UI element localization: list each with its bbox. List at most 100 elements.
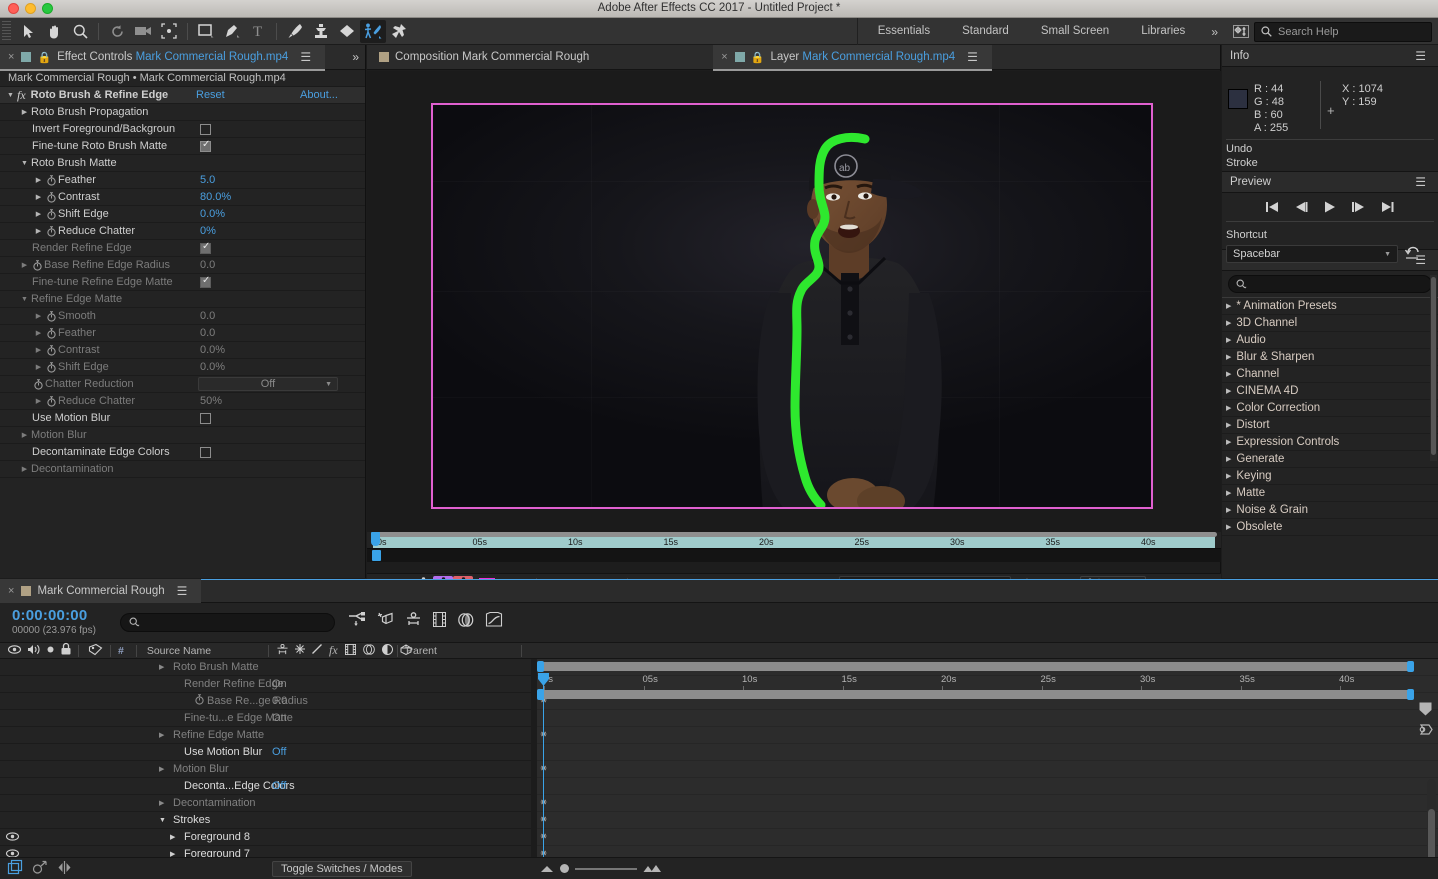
- property-value[interactable]: 0%: [200, 225, 216, 237]
- effect-collapse-triangle[interactable]: ▼: [4, 92, 17, 99]
- triangle-right-icon[interactable]: ▶: [32, 176, 45, 184]
- stopwatch-icon[interactable]: [31, 259, 44, 271]
- visibility-eye-icon[interactable]: [5, 832, 20, 844]
- timeline-graph-row[interactable]: [537, 710, 1438, 727]
- effects-preset-category[interactable]: ▶ Expression Controls: [1222, 434, 1438, 451]
- close-layer-tab-icon[interactable]: ×: [721, 51, 727, 63]
- parent-header[interactable]: Parent: [406, 645, 437, 657]
- close-tab-icon[interactable]: ×: [8, 51, 14, 63]
- audio-icon[interactable]: [27, 644, 40, 658]
- effect-property-row[interactable]: Fine-tune Refine Edge Matte: [0, 274, 365, 291]
- workspace-more-button[interactable]: »: [1201, 25, 1228, 39]
- effect-reset-button[interactable]: Reset: [196, 89, 225, 101]
- property-value[interactable]: 0.0: [272, 695, 287, 707]
- workspace-settings-icon[interactable]: [1228, 20, 1254, 43]
- effects-switch-icon[interactable]: fx: [329, 643, 338, 658]
- triangle-right-icon[interactable]: ▶: [32, 312, 45, 320]
- effects-presets-scrollbar[interactable]: [1430, 275, 1437, 461]
- triangle-right-icon[interactable]: ▶: [1226, 438, 1231, 446]
- frame-blending-switch-icon[interactable]: [344, 643, 356, 658]
- stopwatch-icon[interactable]: [45, 191, 58, 203]
- triangle-right-icon[interactable]: ▶: [32, 363, 45, 371]
- stopwatch-icon[interactable]: [45, 225, 58, 237]
- timeline-current-time[interactable]: 0:00:00:00 00000 (23.976 fps): [12, 607, 96, 636]
- effect-property-row[interactable]: ▶ Decontamination: [0, 461, 365, 478]
- timeline-timecode[interactable]: 0:00:00:00: [12, 607, 96, 624]
- stopwatch-icon[interactable]: [45, 361, 58, 373]
- close-timeline-tab-icon[interactable]: ×: [8, 585, 14, 597]
- property-value[interactable]: 0.0%: [200, 344, 225, 356]
- enable-motion-blur-icon[interactable]: [458, 612, 474, 630]
- hide-shy-layers-icon[interactable]: [406, 612, 421, 630]
- effect-property-row[interactable]: ▼ Roto Brush Matte: [0, 155, 365, 172]
- triangle-right-icon[interactable]: ▶: [159, 731, 164, 739]
- triangle-right-icon[interactable]: ▶: [1226, 506, 1231, 514]
- property-value[interactable]: 50%: [200, 395, 222, 407]
- stopwatch-icon[interactable]: [45, 327, 58, 339]
- shape-tool[interactable]: [193, 20, 219, 43]
- label-color-icon[interactable]: [88, 643, 103, 658]
- quality-switch-icon[interactable]: [312, 644, 322, 657]
- pen-tool[interactable]: [219, 20, 245, 43]
- effects-preset-category[interactable]: ▶ Distort: [1222, 417, 1438, 434]
- effects-preset-category[interactable]: ▶ CINEMA 4D: [1222, 383, 1438, 400]
- property-value[interactable]: 0.0: [200, 259, 215, 271]
- timeline-graph-row[interactable]: ⁕: [537, 812, 1438, 829]
- search-help-input[interactable]: Search Help: [1254, 21, 1432, 42]
- property-value[interactable]: Off: [272, 746, 286, 758]
- triangle-right-icon[interactable]: ▶: [170, 833, 175, 841]
- triangle-right-icon[interactable]: ▶: [1226, 302, 1231, 310]
- timeline-graph-row[interactable]: [537, 778, 1438, 795]
- property-value[interactable]: 0.0: [200, 327, 215, 339]
- tab-timeline-comp[interactable]: × Mark Commercial Rough ☰: [0, 578, 202, 605]
- enable-frame-blending-icon[interactable]: [433, 612, 446, 630]
- work-area-end-handle[interactable]: [1407, 661, 1414, 672]
- effects-preset-category[interactable]: ▶ Obsolete: [1222, 519, 1438, 536]
- triangle-right-icon[interactable]: ▶: [1226, 336, 1231, 344]
- workspace-libraries[interactable]: Libraries: [1125, 18, 1201, 45]
- effects-preset-category[interactable]: ▶ 3D Channel: [1222, 315, 1438, 332]
- timeline-zoom-slider[interactable]: [540, 864, 661, 873]
- triangle-right-icon[interactable]: ▶: [1226, 387, 1231, 395]
- graph-editor-icon[interactable]: [485, 611, 503, 630]
- effect-property-row[interactable]: ▶ Reduce Chatter 0%: [0, 223, 365, 240]
- next-frame-button[interactable]: [1352, 201, 1365, 216]
- triangle-right-icon[interactable]: ▶: [1226, 353, 1231, 361]
- pan-behind-tool[interactable]: [156, 20, 182, 43]
- triangle-right-icon[interactable]: ▶: [1226, 472, 1231, 480]
- effect-property-row[interactable]: ▶ Base Refine Edge Radius 0.0: [0, 257, 365, 274]
- effect-property-row[interactable]: ▶ Contrast 80.0%: [0, 189, 365, 206]
- triangle-right-icon[interactable]: ▶: [1226, 404, 1231, 412]
- triangle-right-icon[interactable]: ▶: [32, 397, 45, 405]
- effect-property-row[interactable]: ▶ Contrast 0.0%: [0, 342, 365, 359]
- snapshot-toggle-button[interactable]: [1414, 719, 1436, 739]
- triangle-down-icon[interactable]: ▼: [159, 817, 166, 824]
- video-visibility-icon[interactable]: [7, 644, 22, 657]
- triangle-right-icon[interactable]: ▶: [18, 261, 31, 269]
- viewer-time-ruler[interactable]: 0s 05s 10s 15s 20s 25s 30s 35s 40s: [367, 532, 1221, 551]
- tab-layer[interactable]: × 🔒 Layer Mark Commercial Rough.mp4 ☰: [713, 44, 992, 71]
- viewer-time-indicator[interactable]: [371, 532, 380, 546]
- layer-switches-icon[interactable]: [7, 859, 23, 877]
- triangle-right-icon[interactable]: ▶: [32, 346, 45, 354]
- effect-property-row[interactable]: ▶ Feather 5.0: [0, 172, 365, 189]
- roto-brush-tool[interactable]: [360, 19, 386, 43]
- stopwatch-icon[interactable]: [32, 378, 45, 390]
- property-checkbox[interactable]: [200, 124, 211, 135]
- triangle-right-icon[interactable]: ▶: [1226, 319, 1231, 327]
- comp-renderer-icon[interactable]: [348, 612, 365, 630]
- toolbar-grip[interactable]: [2, 21, 11, 41]
- effect-property-row[interactable]: ▶ Shift Edge 0.0%: [0, 206, 365, 223]
- rotation-tool[interactable]: [104, 20, 130, 43]
- triangle-down-icon[interactable]: ▼: [18, 296, 31, 303]
- effects-preset-category[interactable]: ▶ Noise & Grain: [1222, 502, 1438, 519]
- property-checkbox[interactable]: [200, 275, 211, 288]
- effect-property-row[interactable]: ▼ Refine Edge Matte: [0, 291, 365, 308]
- collapse-transforms-icon[interactable]: [295, 644, 305, 657]
- shy-switch-icon[interactable]: [277, 643, 288, 658]
- timeline-panel-menu-icon[interactable]: ☰: [171, 584, 194, 598]
- timeline-search-input[interactable]: [120, 613, 335, 632]
- preview-panel-menu-icon[interactable]: ☰: [1409, 175, 1432, 189]
- triangle-right-icon[interactable]: ▶: [1226, 489, 1231, 497]
- triangle-right-icon[interactable]: ▶: [159, 765, 164, 773]
